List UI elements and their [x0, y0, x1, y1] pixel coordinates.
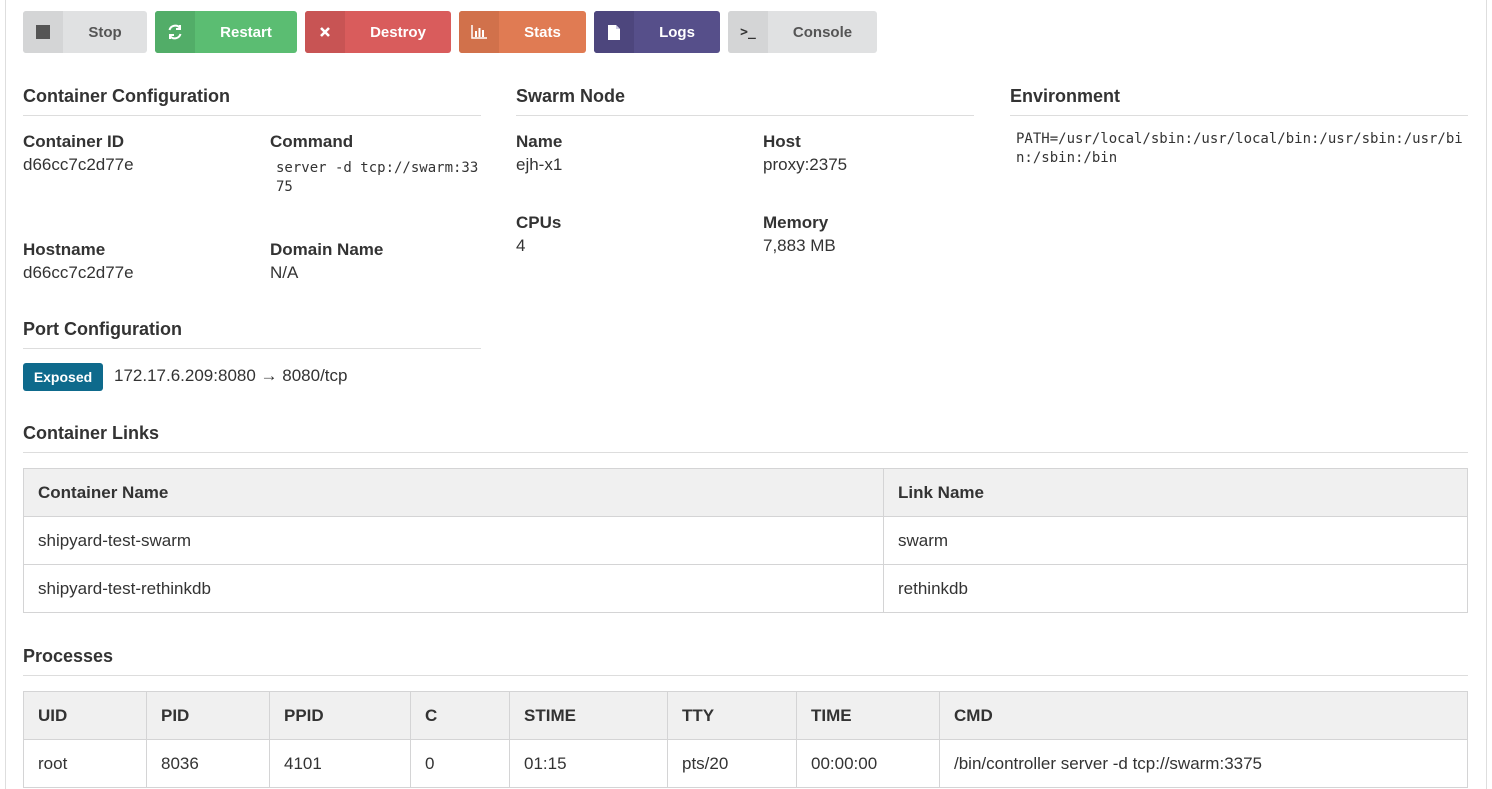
cpus-label: CPUs	[516, 213, 562, 232]
column-header: Container Name	[23, 468, 884, 517]
exposed-badge: Exposed	[23, 363, 103, 391]
hostname-value: d66cc7c2d77e	[23, 263, 134, 282]
refresh-icon	[155, 11, 195, 53]
command-value: server -d tcp://swarm:3375	[276, 160, 479, 195]
container-id-value: d66cc7c2d77e	[23, 155, 134, 174]
console-label: Console	[792, 23, 853, 41]
environment-heading: Environment	[1010, 86, 1468, 116]
container-config-heading: Container Configuration	[23, 86, 481, 116]
table-cell: 01:15	[509, 739, 668, 788]
table-cell: rethinkdb	[883, 564, 1468, 613]
memory-value: 7,883 MB	[763, 236, 836, 255]
destroy-button[interactable]: Destroy	[305, 11, 451, 53]
console-button[interactable]: >_ Console	[728, 11, 877, 53]
stats-label: Stats	[524, 23, 561, 41]
cpus-value: 4	[516, 236, 526, 255]
table-cell: shipyard-test-swarm	[23, 516, 884, 565]
container-id-label: Container ID	[23, 132, 125, 151]
table-cell: pts/20	[667, 739, 797, 788]
table-cell: swarm	[883, 516, 1468, 565]
destroy-label: Destroy	[370, 23, 426, 41]
swarm-node-heading: Swarm Node	[516, 86, 974, 116]
column-header: TIME	[796, 691, 940, 740]
bar-chart-icon	[459, 11, 499, 53]
table-cell: 00:00:00	[796, 739, 940, 788]
stop-icon	[23, 11, 63, 53]
port-mapping: 172.17.6.209:8080 → 8080/tcp	[114, 366, 348, 385]
table-cell: shipyard-test-rethinkdb	[23, 564, 884, 613]
table-cell: 4101	[269, 739, 411, 788]
command-label: Command	[270, 132, 354, 151]
table-row: root 8036 4101 0 01:15 pts/20 00:00:00 /…	[23, 739, 1468, 788]
processes-table: UID PID PPID C STIME TTY TIME CMD root 8…	[23, 691, 1468, 788]
host-value: proxy:2375	[763, 155, 848, 174]
column-header: UID	[23, 691, 147, 740]
column-header: TTY	[667, 691, 797, 740]
node-name-value: ejh-x1	[516, 155, 563, 174]
table-cell: /bin/controller server -d tcp://swarm:33…	[939, 739, 1468, 788]
node-name-label: Name	[516, 132, 563, 151]
table-row: shipyard-test-swarm swarm	[23, 516, 1468, 565]
stop-label: Stop	[88, 23, 122, 41]
column-header: STIME	[509, 691, 668, 740]
table-cell: root	[23, 739, 147, 788]
column-header: C	[410, 691, 510, 740]
table-cell: 0	[410, 739, 510, 788]
port-config-heading: Port Configuration	[23, 319, 481, 349]
restart-label: Restart	[220, 23, 272, 41]
stats-button[interactable]: Stats	[459, 11, 586, 53]
table-header-row: Container Name Link Name	[23, 468, 1468, 517]
domain-name-value: N/A	[270, 263, 299, 282]
column-header: PPID	[269, 691, 411, 740]
column-header: CMD	[939, 691, 1468, 740]
column-header: PID	[146, 691, 270, 740]
container-links-table: Container Name Link Name shipyard-test-s…	[23, 468, 1468, 613]
table-row: shipyard-test-rethinkdb rethinkdb	[23, 564, 1468, 613]
terminal-icon: >_	[728, 11, 768, 53]
host-label: Host	[763, 132, 801, 151]
file-icon	[594, 11, 634, 53]
processes-heading: Processes	[23, 646, 1468, 676]
column-header: Link Name	[883, 468, 1468, 517]
container-links-heading: Container Links	[23, 423, 1468, 453]
stop-button[interactable]: Stop	[23, 11, 147, 53]
domain-name-label: Domain Name	[270, 240, 384, 259]
table-cell: 8036	[146, 739, 270, 788]
logs-button[interactable]: Logs	[594, 11, 720, 53]
table-header-row: UID PID PPID C STIME TTY TIME CMD	[23, 691, 1468, 740]
logs-label: Logs	[659, 23, 695, 41]
restart-button[interactable]: Restart	[155, 11, 297, 53]
close-icon	[305, 11, 345, 53]
memory-label: Memory	[763, 213, 829, 232]
hostname-label: Hostname	[23, 240, 106, 259]
environment-value: PATH=/usr/local/sbin:/usr/local/bin:/usr…	[1016, 131, 1463, 166]
